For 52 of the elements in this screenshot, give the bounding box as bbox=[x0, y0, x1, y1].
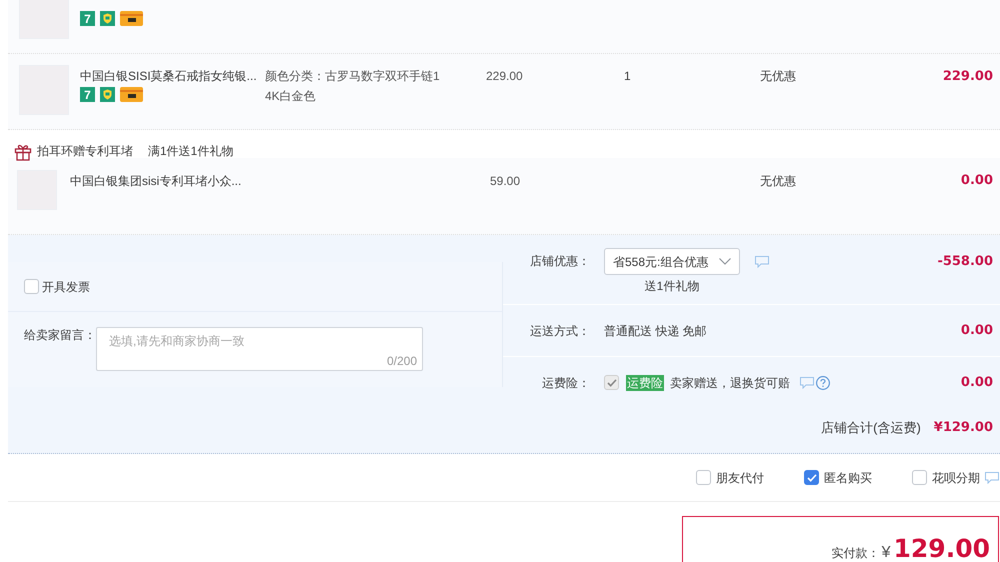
shipping-fee: 0.00 bbox=[960, 322, 993, 338]
discount-amount: -558.00 bbox=[937, 254, 993, 269]
discount-text: 无优惠 bbox=[760, 174, 796, 188]
shipping-method: 普通配送 快递 免邮 bbox=[604, 322, 707, 340]
field-label: 运费险： bbox=[542, 376, 590, 390]
option-label[interactable]: 花呗分期 bbox=[932, 470, 980, 486]
discount-select[interactable]: 省558元:组合优惠 bbox=[604, 248, 740, 275]
item-subtotal: 229.00 bbox=[942, 69, 993, 84]
option-checkbox[interactable] bbox=[804, 470, 819, 485]
discount-note: 送1件礼物 bbox=[644, 278, 700, 294]
message-label: 给卖家留言： bbox=[24, 327, 96, 343]
currency-symbol: ¥ bbox=[882, 543, 891, 562]
item-title[interactable]: 中国白银SISI莫桑石戒指女纯银... bbox=[80, 69, 257, 83]
option-label[interactable]: 朋友代付 bbox=[716, 470, 764, 486]
chat-icon[interactable] bbox=[755, 256, 769, 268]
chat-icon[interactable] bbox=[800, 376, 814, 388]
shield-icon bbox=[100, 11, 115, 26]
invoice-checkbox[interactable] bbox=[24, 279, 39, 294]
payment-amount: 129.00 bbox=[894, 536, 990, 561]
chevron-down-icon bbox=[719, 258, 731, 265]
invoice-label[interactable]: 开具发票 bbox=[42, 278, 90, 294]
card-icon bbox=[120, 11, 143, 26]
seven-day-tag: 7 bbox=[80, 87, 95, 102]
option-label[interactable]: 匿名购买 bbox=[824, 470, 872, 486]
shop-total-label: 店铺合计(含运费) bbox=[821, 418, 921, 437]
variant-text: 颜色分类：古罗马数字双环手链14K白金色 bbox=[265, 69, 440, 103]
unit-price: 229.00 bbox=[486, 69, 523, 83]
option-checkbox[interactable] bbox=[912, 470, 927, 485]
shield-icon bbox=[100, 87, 115, 102]
option-checkbox[interactable] bbox=[696, 470, 711, 485]
chat-icon[interactable] bbox=[985, 472, 999, 484]
checkmark-icon bbox=[806, 474, 816, 482]
help-icon[interactable] bbox=[816, 376, 830, 390]
field-label: 运送方式： bbox=[530, 324, 590, 338]
promotion-name: 拍耳环赠专利耳堵 bbox=[37, 143, 133, 159]
character-counter: 0/200 bbox=[386, 354, 417, 368]
checkmark-icon bbox=[606, 378, 616, 386]
gift-icon bbox=[14, 143, 32, 161]
insurance-fee: 0.00 bbox=[960, 374, 993, 390]
unit-price: 59.00 bbox=[490, 174, 520, 188]
item-title[interactable]: 中国白银集团sisi专利耳堵小众... bbox=[70, 174, 242, 188]
insurance-description: 卖家赠送，退换货可赔 bbox=[670, 374, 790, 392]
discount-text: 无优惠 bbox=[760, 69, 796, 83]
service-tag: 运费险 bbox=[626, 374, 664, 390]
shop-total-amount: ¥129.00 bbox=[934, 418, 993, 437]
promotion-rule: 满1件送1件礼物 bbox=[148, 143, 234, 159]
field-label: 店铺优惠： bbox=[530, 254, 590, 268]
item-subtotal: 0.00 bbox=[960, 173, 993, 188]
quantity: 1 bbox=[624, 69, 631, 83]
card-icon bbox=[120, 87, 143, 102]
payment-label: 实付款： bbox=[832, 545, 880, 562]
seven-day-tag: 7 bbox=[80, 11, 95, 26]
